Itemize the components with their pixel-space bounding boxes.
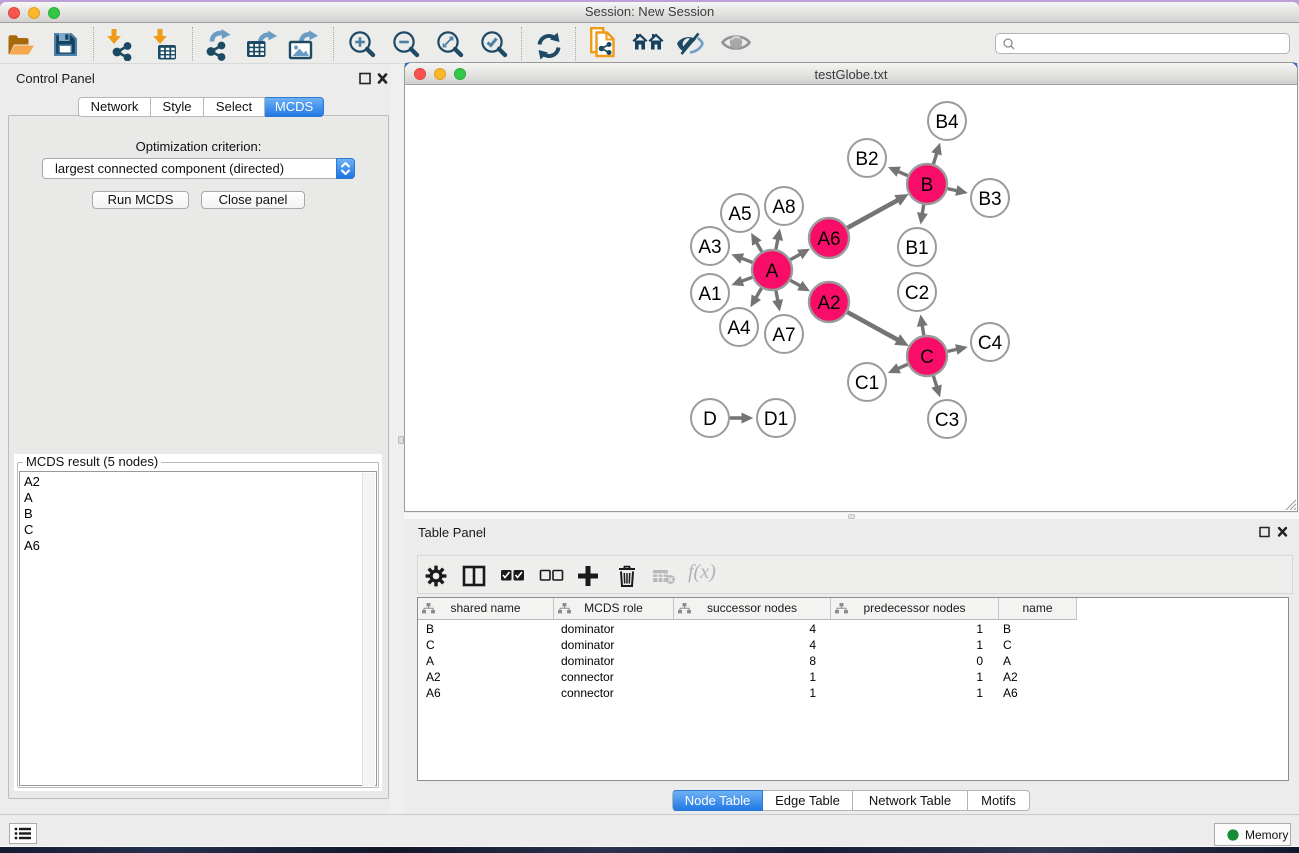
svg-text:A5: A5	[728, 204, 751, 225]
svg-text:A8: A8	[772, 197, 795, 218]
svg-text:A4: A4	[727, 318, 751, 339]
svg-text:D: D	[703, 409, 717, 430]
svg-text:B3: B3	[978, 189, 1001, 210]
svg-text:A3: A3	[698, 237, 721, 258]
svg-text:B2: B2	[855, 149, 878, 170]
svg-text:B1: B1	[905, 238, 928, 259]
svg-text:C4: C4	[978, 333, 1003, 354]
svg-text:A: A	[766, 261, 779, 282]
svg-text:C: C	[920, 347, 934, 368]
svg-text:A6: A6	[817, 229, 840, 250]
svg-text:A7: A7	[772, 325, 795, 346]
svg-text:C3: C3	[935, 410, 959, 431]
svg-text:C2: C2	[905, 283, 929, 304]
svg-text:D1: D1	[764, 409, 788, 430]
svg-text:B: B	[921, 175, 934, 196]
svg-text:A2: A2	[817, 293, 840, 314]
svg-text:C1: C1	[855, 373, 879, 394]
svg-text:A1: A1	[698, 284, 721, 305]
svg-text:B4: B4	[935, 112, 959, 133]
